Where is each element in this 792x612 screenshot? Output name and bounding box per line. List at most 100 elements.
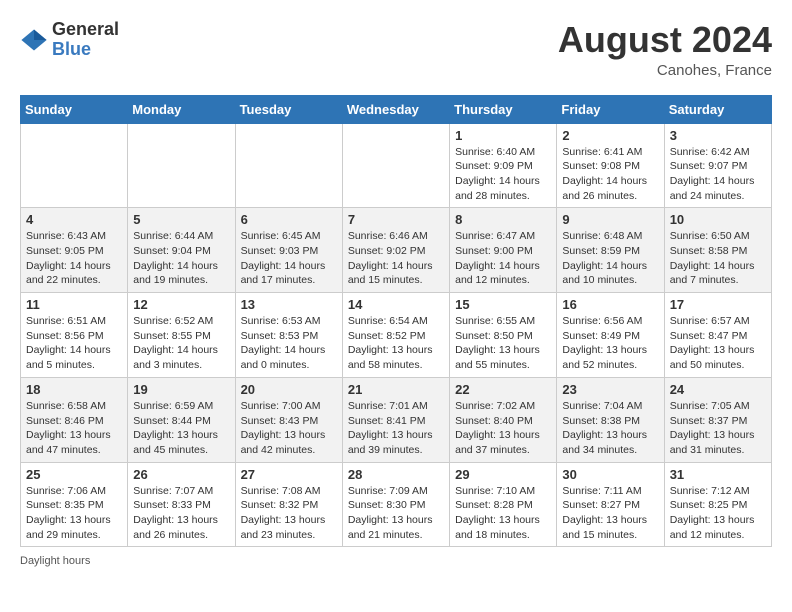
- day-info: Sunrise: 6:45 AM Sunset: 9:03 PM Dayligh…: [241, 229, 337, 288]
- table-row: 31 Sunrise: 7:12 AM Sunset: 8:25 PM Dayli…: [664, 462, 771, 547]
- table-row: [21, 123, 128, 208]
- day-info: Sunrise: 7:08 AM Sunset: 8:32 PM Dayligh…: [241, 484, 337, 543]
- table-row: 4Sunrise: 6:43 AM Sunset: 9:05 PM Daylig…: [21, 208, 128, 293]
- day-number: 18: [26, 382, 122, 397]
- day-number: 15: [455, 297, 551, 312]
- logo: General Blue: [20, 20, 119, 60]
- day-number: 7: [348, 212, 444, 227]
- day-number: 5: [133, 212, 229, 227]
- table-row: [342, 123, 449, 208]
- page-header: General Blue August 2024 Canohes, France: [20, 20, 772, 79]
- day-number: 3: [670, 128, 766, 143]
- day-number: 29: [455, 467, 551, 482]
- day-info: Sunrise: 7:04 AM Sunset: 8:38 PM Dayligh…: [562, 399, 658, 458]
- day-number: 26: [133, 467, 229, 482]
- day-info: Sunrise: 6:57 AM Sunset: 8:47 PM Dayligh…: [670, 314, 766, 373]
- table-row: 29 Sunrise: 7:10 AM Sunset: 8:28 PM Dayli…: [450, 462, 557, 547]
- col-thursday: Thursday: [450, 95, 557, 123]
- day-info: Sunrise: 6:42 AM Sunset: 9:07 PM Dayligh…: [670, 145, 766, 204]
- calendar-week-row: 11Sunrise: 6:51 AM Sunset: 8:56 PM Dayli…: [21, 293, 772, 378]
- table-row: 14 Sunrise: 6:54 AM Sunset: 8:52 PM Dayli…: [342, 293, 449, 378]
- day-info: Sunrise: 6:54 AM Sunset: 8:52 PM Dayligh…: [348, 314, 444, 373]
- table-row: 21Sunrise: 7:01 AM Sunset: 8:41 PM Dayli…: [342, 377, 449, 462]
- calendar-week-row: 25 Sunrise: 7:06 AM Sunset: 8:35 PM Dayli…: [21, 462, 772, 547]
- day-number: 19: [133, 382, 229, 397]
- table-row: 30 Sunrise: 7:11 AM Sunset: 8:27 PM Dayli…: [557, 462, 664, 547]
- table-row: 24Sunrise: 7:05 AM Sunset: 8:37 PM Dayli…: [664, 377, 771, 462]
- day-number: 1: [455, 128, 551, 143]
- table-row: 13Sunrise: 6:53 AM Sunset: 8:53 PM Dayli…: [235, 293, 342, 378]
- table-row: 15 Sunrise: 6:55 AM Sunset: 8:50 PM Dayli…: [450, 293, 557, 378]
- day-info: Sunrise: 6:51 AM Sunset: 8:56 PM Dayligh…: [26, 314, 122, 373]
- day-info: Sunrise: 7:01 AM Sunset: 8:41 PM Dayligh…: [348, 399, 444, 458]
- table-row: 27 Sunrise: 7:08 AM Sunset: 8:32 PM Dayli…: [235, 462, 342, 547]
- day-number: 23: [562, 382, 658, 397]
- day-number: 27: [241, 467, 337, 482]
- day-number: 20: [241, 382, 337, 397]
- table-row: [128, 123, 235, 208]
- table-row: 1 Sunrise: 6:40 AM Sunset: 9:09 PM Daylig…: [450, 123, 557, 208]
- table-row: 19 Sunrise: 6:59 AM Sunset: 8:44 PM Dayli…: [128, 377, 235, 462]
- day-info: Sunrise: 6:40 AM Sunset: 9:09 PM Dayligh…: [455, 145, 551, 204]
- table-row: 6 Sunrise: 6:45 AM Sunset: 9:03 PM Daylig…: [235, 208, 342, 293]
- table-row: 26 Sunrise: 7:07 AM Sunset: 8:33 PM Dayli…: [128, 462, 235, 547]
- table-row: 5 Sunrise: 6:44 AM Sunset: 9:04 PM Daylig…: [128, 208, 235, 293]
- day-number: 30: [562, 467, 658, 482]
- table-row: 11Sunrise: 6:51 AM Sunset: 8:56 PM Dayli…: [21, 293, 128, 378]
- day-number: 17: [670, 297, 766, 312]
- daylight-label: Daylight hours: [20, 555, 90, 567]
- table-row: 17 Sunrise: 6:57 AM Sunset: 8:47 PM Dayli…: [664, 293, 771, 378]
- day-info: Sunrise: 7:06 AM Sunset: 8:35 PM Dayligh…: [26, 484, 122, 543]
- day-info: Sunrise: 6:50 AM Sunset: 8:58 PM Dayligh…: [670, 229, 766, 288]
- day-info: Sunrise: 6:53 AM Sunset: 8:53 PM Dayligh…: [241, 314, 337, 373]
- day-number: 10: [670, 212, 766, 227]
- day-info: Sunrise: 6:43 AM Sunset: 9:05 PM Dayligh…: [26, 229, 122, 288]
- title-block: August 2024 Canohes, France: [558, 20, 772, 79]
- day-number: 8: [455, 212, 551, 227]
- table-row: 7 Sunrise: 6:46 AM Sunset: 9:02 PM Daylig…: [342, 208, 449, 293]
- day-number: 6: [241, 212, 337, 227]
- day-number: 22: [455, 382, 551, 397]
- location-title: Canohes, France: [558, 62, 772, 79]
- day-number: 16: [562, 297, 658, 312]
- table-row: 16 Sunrise: 6:56 AM Sunset: 8:49 PM Dayli…: [557, 293, 664, 378]
- day-info: Sunrise: 7:12 AM Sunset: 8:25 PM Dayligh…: [670, 484, 766, 543]
- col-friday: Friday: [557, 95, 664, 123]
- day-info: Sunrise: 7:11 AM Sunset: 8:27 PM Dayligh…: [562, 484, 658, 543]
- calendar-header-row: Sunday Monday Tuesday Wednesday Thursday…: [21, 95, 772, 123]
- day-number: 2: [562, 128, 658, 143]
- day-info: Sunrise: 6:59 AM Sunset: 8:44 PM Dayligh…: [133, 399, 229, 458]
- table-row: 3 Sunrise: 6:42 AM Sunset: 9:07 PM Daylig…: [664, 123, 771, 208]
- day-number: 14: [348, 297, 444, 312]
- table-row: 25 Sunrise: 7:06 AM Sunset: 8:35 PM Dayli…: [21, 462, 128, 547]
- logo-blue: Blue: [52, 40, 119, 60]
- col-saturday: Saturday: [664, 95, 771, 123]
- calendar-week-row: 18Sunrise: 6:58 AM Sunset: 8:46 PM Dayli…: [21, 377, 772, 462]
- table-row: 10 Sunrise: 6:50 AM Sunset: 8:58 PM Dayli…: [664, 208, 771, 293]
- table-row: 23 Sunrise: 7:04 AM Sunset: 8:38 PM Dayli…: [557, 377, 664, 462]
- table-row: 9Sunrise: 6:48 AM Sunset: 8:59 PM Daylig…: [557, 208, 664, 293]
- table-row: 8Sunrise: 6:47 AM Sunset: 9:00 PM Daylig…: [450, 208, 557, 293]
- logo-text: General Blue: [52, 20, 119, 60]
- day-info: Sunrise: 6:56 AM Sunset: 8:49 PM Dayligh…: [562, 314, 658, 373]
- day-info: Sunrise: 7:09 AM Sunset: 8:30 PM Dayligh…: [348, 484, 444, 543]
- day-info: Sunrise: 6:44 AM Sunset: 9:04 PM Dayligh…: [133, 229, 229, 288]
- day-info: Sunrise: 7:10 AM Sunset: 8:28 PM Dayligh…: [455, 484, 551, 543]
- day-number: 31: [670, 467, 766, 482]
- col-sunday: Sunday: [21, 95, 128, 123]
- calendar-table: Sunday Monday Tuesday Wednesday Thursday…: [20, 95, 772, 548]
- day-info: Sunrise: 6:55 AM Sunset: 8:50 PM Dayligh…: [455, 314, 551, 373]
- day-number: 12: [133, 297, 229, 312]
- calendar-week-row: 1 Sunrise: 6:40 AM Sunset: 9:09 PM Daylig…: [21, 123, 772, 208]
- day-number: 28: [348, 467, 444, 482]
- day-number: 25: [26, 467, 122, 482]
- day-number: 24: [670, 382, 766, 397]
- day-info: Sunrise: 6:48 AM Sunset: 8:59 PM Dayligh…: [562, 229, 658, 288]
- col-monday: Monday: [128, 95, 235, 123]
- logo-general: General: [52, 20, 119, 40]
- day-info: Sunrise: 7:07 AM Sunset: 8:33 PM Dayligh…: [133, 484, 229, 543]
- table-row: 18Sunrise: 6:58 AM Sunset: 8:46 PM Dayli…: [21, 377, 128, 462]
- day-info: Sunrise: 6:46 AM Sunset: 9:02 PM Dayligh…: [348, 229, 444, 288]
- day-info: Sunrise: 6:41 AM Sunset: 9:08 PM Dayligh…: [562, 145, 658, 204]
- day-info: Sunrise: 7:02 AM Sunset: 8:40 PM Dayligh…: [455, 399, 551, 458]
